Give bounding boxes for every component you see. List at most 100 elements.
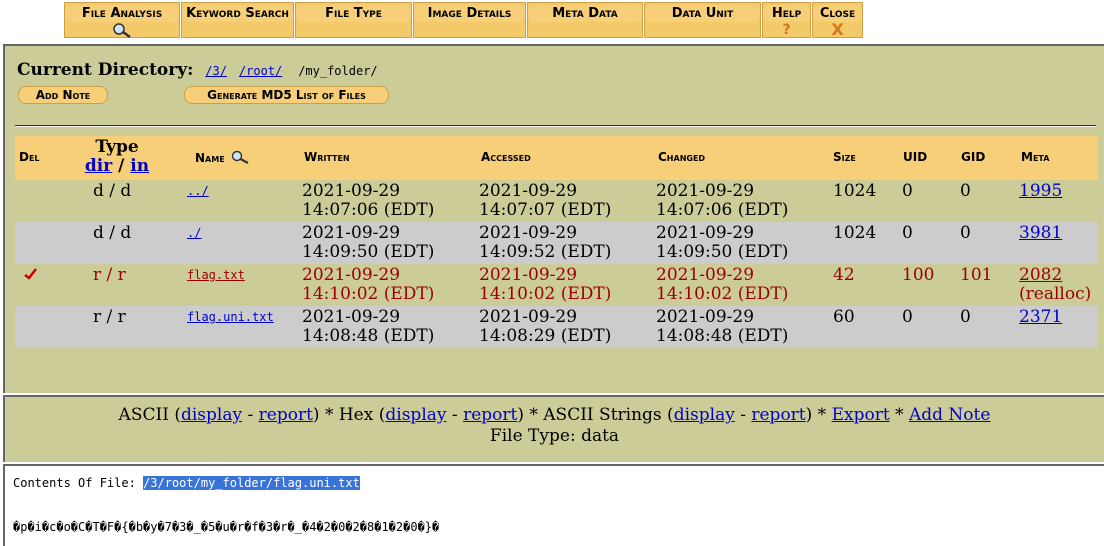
row-size: 1024 (833, 181, 877, 201)
help-icon: ? (782, 22, 791, 38)
generate-md5-button[interactable]: Generate MD5 List of Files (184, 86, 389, 104)
tab-data-unit-label: Data Unit (645, 5, 760, 22)
row-changed: 2021-09-29 14:10:02 (EDT) (656, 265, 789, 304)
sort-in-link[interactable]: in (130, 156, 149, 176)
row-changed: 2021-09-29 14:08:48 (EDT) (656, 307, 789, 346)
row-written: 2021-09-29 14:08:48 (EDT) (302, 307, 435, 346)
tab-close[interactable]: Close X (812, 2, 863, 38)
magnifier-icon (231, 150, 249, 164)
row-name-link[interactable]: flag.txt (187, 266, 245, 285)
view-options-bar: ASCII (display - report) * Hex (display … (3, 395, 1104, 462)
divider (15, 125, 1096, 127)
row-meta-note: (realloc) (1019, 284, 1092, 304)
strings-report-link[interactable]: report (751, 405, 805, 425)
current-directory: Current Directory: /3/ /root/ /my_folder… (17, 60, 378, 80)
row-size: 1024 (833, 223, 877, 243)
table-row[interactable]: d / d ./ 2021-09-29 14:09:50 (EDT) 2021-0… (15, 222, 1098, 264)
row-gid: 101 (960, 265, 993, 285)
row-type: d / d (93, 223, 132, 243)
row-changed: 2021-09-29 14:09:50 (EDT) (656, 223, 789, 262)
row-type: r / r (93, 265, 126, 285)
row-gid: 0 (960, 223, 971, 243)
row-meta-link[interactable]: 1995 (1019, 182, 1062, 201)
row-accessed: 2021-09-29 14:10:02 (EDT) (479, 265, 612, 304)
dir-current: /my_folder/ (298, 64, 378, 78)
header-size: Size (833, 150, 856, 164)
header-gid: GID (961, 150, 986, 164)
tab-help-label: Help (763, 5, 810, 22)
row-meta-link[interactable]: 3981 (1019, 224, 1062, 243)
row-written: 2021-09-29 14:09:50 (EDT) (302, 223, 435, 262)
tab-file-analysis[interactable]: File Analysis (64, 2, 180, 39)
table-header: Del Type dir / in Name Written Accessed … (15, 136, 1098, 180)
add-note-button[interactable]: Add Note (18, 86, 108, 104)
row-accessed: 2021-09-29 14:08:29 (EDT) (479, 307, 612, 346)
row-meta-link[interactable]: 2371 (1019, 308, 1062, 327)
file-type-label: File Type: (489, 426, 576, 446)
export-link[interactable]: Export (832, 405, 890, 425)
tab-meta-data[interactable]: Meta Data (527, 2, 643, 38)
row-uid: 0 (902, 307, 913, 327)
tab-file-type[interactable]: File Type (295, 2, 412, 38)
header-type: Type dir / in (77, 138, 157, 176)
row-accessed: 2021-09-29 14:07:07 (EDT) (479, 181, 612, 220)
hex-label: Hex (338, 405, 374, 425)
row-written: 2021-09-29 14:10:02 (EDT) (302, 265, 435, 304)
add-note-link[interactable]: Add Note (909, 405, 990, 425)
row-uid: 0 (902, 181, 913, 201)
header-accessed: Accessed (481, 150, 531, 164)
table-row-deleted[interactable]: r / r flag.txt 2021-09-29 14:10:02 (EDT) … (15, 264, 1098, 306)
tab-file-type-label: File Type (296, 5, 411, 22)
row-gid: 0 (960, 307, 971, 327)
header-name-label: Name (195, 151, 225, 165)
contents-label: Contents Of File: (13, 476, 136, 490)
row-gid: 0 (960, 181, 971, 201)
row-type: r / r (93, 307, 126, 327)
header-uid: UID (903, 150, 928, 164)
row-accessed: 2021-09-29 14:09:52 (EDT) (479, 223, 612, 262)
ascii-label: ASCII (118, 405, 169, 425)
top-tab-bar: File Analysis Keyword Search File Type I… (0, 0, 1104, 40)
tab-keyword-search-label: Keyword Search (182, 5, 293, 22)
file-data-text: �p�i�c�o�C�T�F�{�b�y�7�3�_�5�u�r�f�3�r�_… (13, 520, 440, 534)
tab-data-unit[interactable]: Data Unit (644, 2, 761, 38)
sort-dir-link[interactable]: dir (85, 156, 112, 176)
tab-image-details[interactable]: Image Details (413, 2, 526, 38)
hex-report-link[interactable]: report (463, 405, 517, 425)
row-changed: 2021-09-29 14:07:06 (EDT) (656, 181, 789, 220)
dir-link-image[interactable]: /3/ (205, 64, 227, 78)
ascii-display-link[interactable]: display (181, 405, 242, 425)
ascii-report-link[interactable]: report (259, 405, 313, 425)
file-type-line: File Type: data (5, 426, 1104, 447)
strings-display-link[interactable]: display (674, 405, 735, 425)
contents-path: /3/root/my_folder/flag.uni.txt (143, 476, 360, 490)
header-written: Written (304, 150, 350, 164)
table-row[interactable]: d / d ../ 2021-09-29 14:07:06 (EDT) 2021-… (15, 180, 1098, 222)
header-changed: Changed (658, 150, 706, 164)
row-meta-link[interactable]: 2082 (1019, 265, 1062, 285)
tab-keyword-search[interactable]: Keyword Search (181, 2, 294, 38)
contents-header: Contents Of File: /3/root/my_folder/flag… (13, 476, 360, 490)
header-name[interactable]: Name (195, 150, 251, 165)
magnifier-icon (65, 22, 179, 39)
strings-label: ASCII Strings (543, 405, 662, 425)
tab-image-details-label: Image Details (414, 5, 525, 22)
deleted-check-icon (23, 266, 39, 285)
tab-help[interactable]: Help ? (762, 2, 811, 38)
file-type-value: data (581, 426, 620, 446)
hex-display-link[interactable]: display (385, 405, 446, 425)
close-icon: X (831, 20, 844, 39)
dir-link-root[interactable]: /root/ (239, 64, 282, 78)
header-meta: Meta (1021, 150, 1050, 164)
file-list-panel: Current Directory: /3/ /root/ /my_folder… (3, 44, 1104, 393)
row-name-link[interactable]: ./ (187, 224, 201, 243)
row-uid: 100 (902, 265, 935, 285)
row-name-link[interactable]: ../ (187, 182, 209, 201)
tab-file-analysis-label: File Analysis (65, 5, 179, 22)
row-size: 42 (833, 265, 855, 285)
row-name-link[interactable]: flag.uni.txt (187, 308, 274, 327)
row-size: 60 (833, 307, 855, 327)
row-uid: 0 (902, 223, 913, 243)
row-written: 2021-09-29 14:07:06 (EDT) (302, 181, 435, 220)
table-row[interactable]: r / r flag.uni.txt 2021-09-29 14:08:48 (E… (15, 306, 1098, 348)
